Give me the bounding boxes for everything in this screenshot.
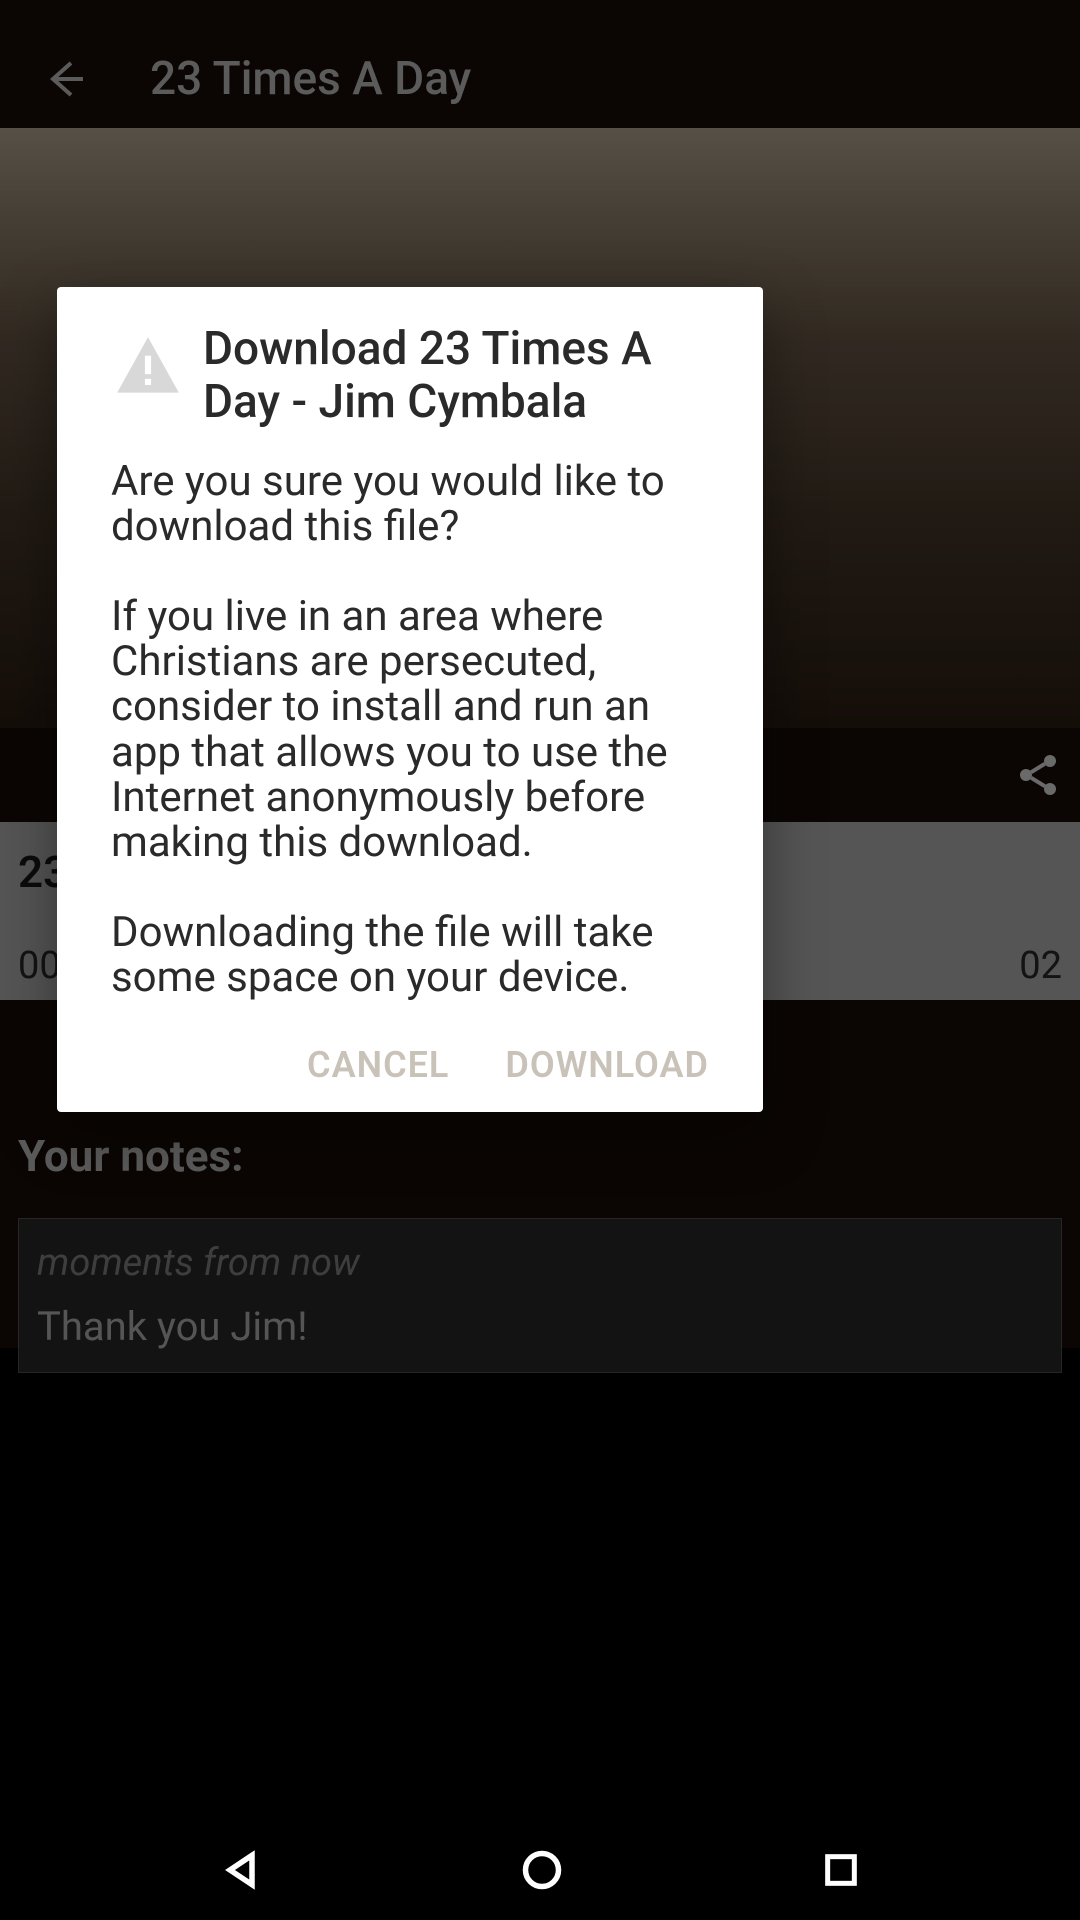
cancel-button[interactable]: CANCEL xyxy=(307,1044,449,1086)
android-nav-bar xyxy=(0,1824,1080,1920)
dialog-actions: CANCEL DOWNLOAD xyxy=(111,1044,709,1086)
dialog-paragraph-3: Downloading the file will take some spac… xyxy=(111,910,709,1001)
nav-back-icon[interactable] xyxy=(219,1848,263,1896)
dialog-paragraph-1: Are you sure you would like to download … xyxy=(111,459,709,550)
download-dialog: Download 23 Times A Day - Jim Cymbala Ar… xyxy=(57,287,763,1112)
dialog-paragraph-2: If you live in an area where Christians … xyxy=(111,594,709,866)
dialog-title: Download 23 Times A Day - Jim Cymbala xyxy=(203,323,709,429)
nav-recent-icon[interactable] xyxy=(821,1850,861,1894)
app-root: 23 Times A Day 23 00 02 Your notes: xyxy=(0,0,1080,1920)
nav-home-icon[interactable] xyxy=(520,1848,564,1896)
warning-icon xyxy=(111,331,185,405)
download-button[interactable]: DOWNLOAD xyxy=(505,1044,709,1086)
dialog-body: Are you sure you would like to download … xyxy=(111,459,709,1001)
